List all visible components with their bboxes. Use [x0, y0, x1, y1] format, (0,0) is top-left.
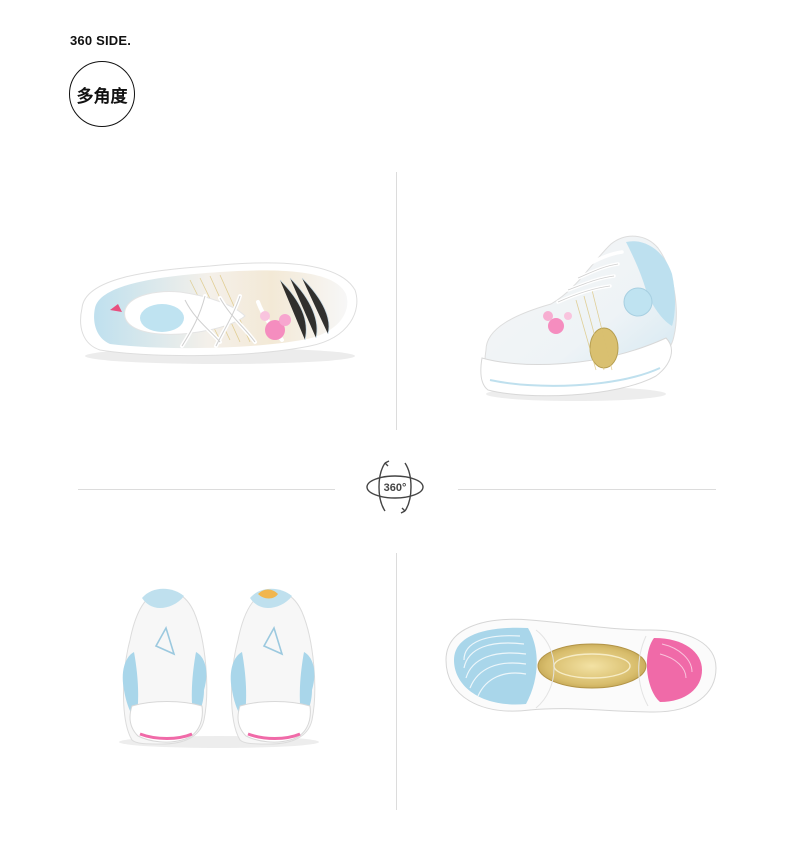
shoe-rear-view — [112, 580, 327, 750]
section-title: 360 SIDE. — [70, 33, 132, 48]
shoe-top-view — [70, 250, 365, 370]
divider-horizontal-right — [458, 489, 716, 490]
product-angles-page: 360 SIDE. 多角度 360° — [0, 0, 790, 866]
divider-vertical-bottom — [396, 553, 397, 810]
rotate-360-icon: 360° — [361, 457, 429, 517]
rear-view-left-shoe — [122, 588, 208, 745]
shoe-three-quarter-view — [476, 230, 686, 405]
divider-horizontal-left — [78, 489, 335, 490]
rear-view-right-shoe — [230, 588, 316, 745]
divider-vertical-top — [396, 172, 397, 430]
shoe-sole-view — [440, 608, 720, 723]
rotate-360-label: 360° — [384, 482, 407, 494]
multi-angle-badge: 多角度 — [69, 61, 135, 127]
